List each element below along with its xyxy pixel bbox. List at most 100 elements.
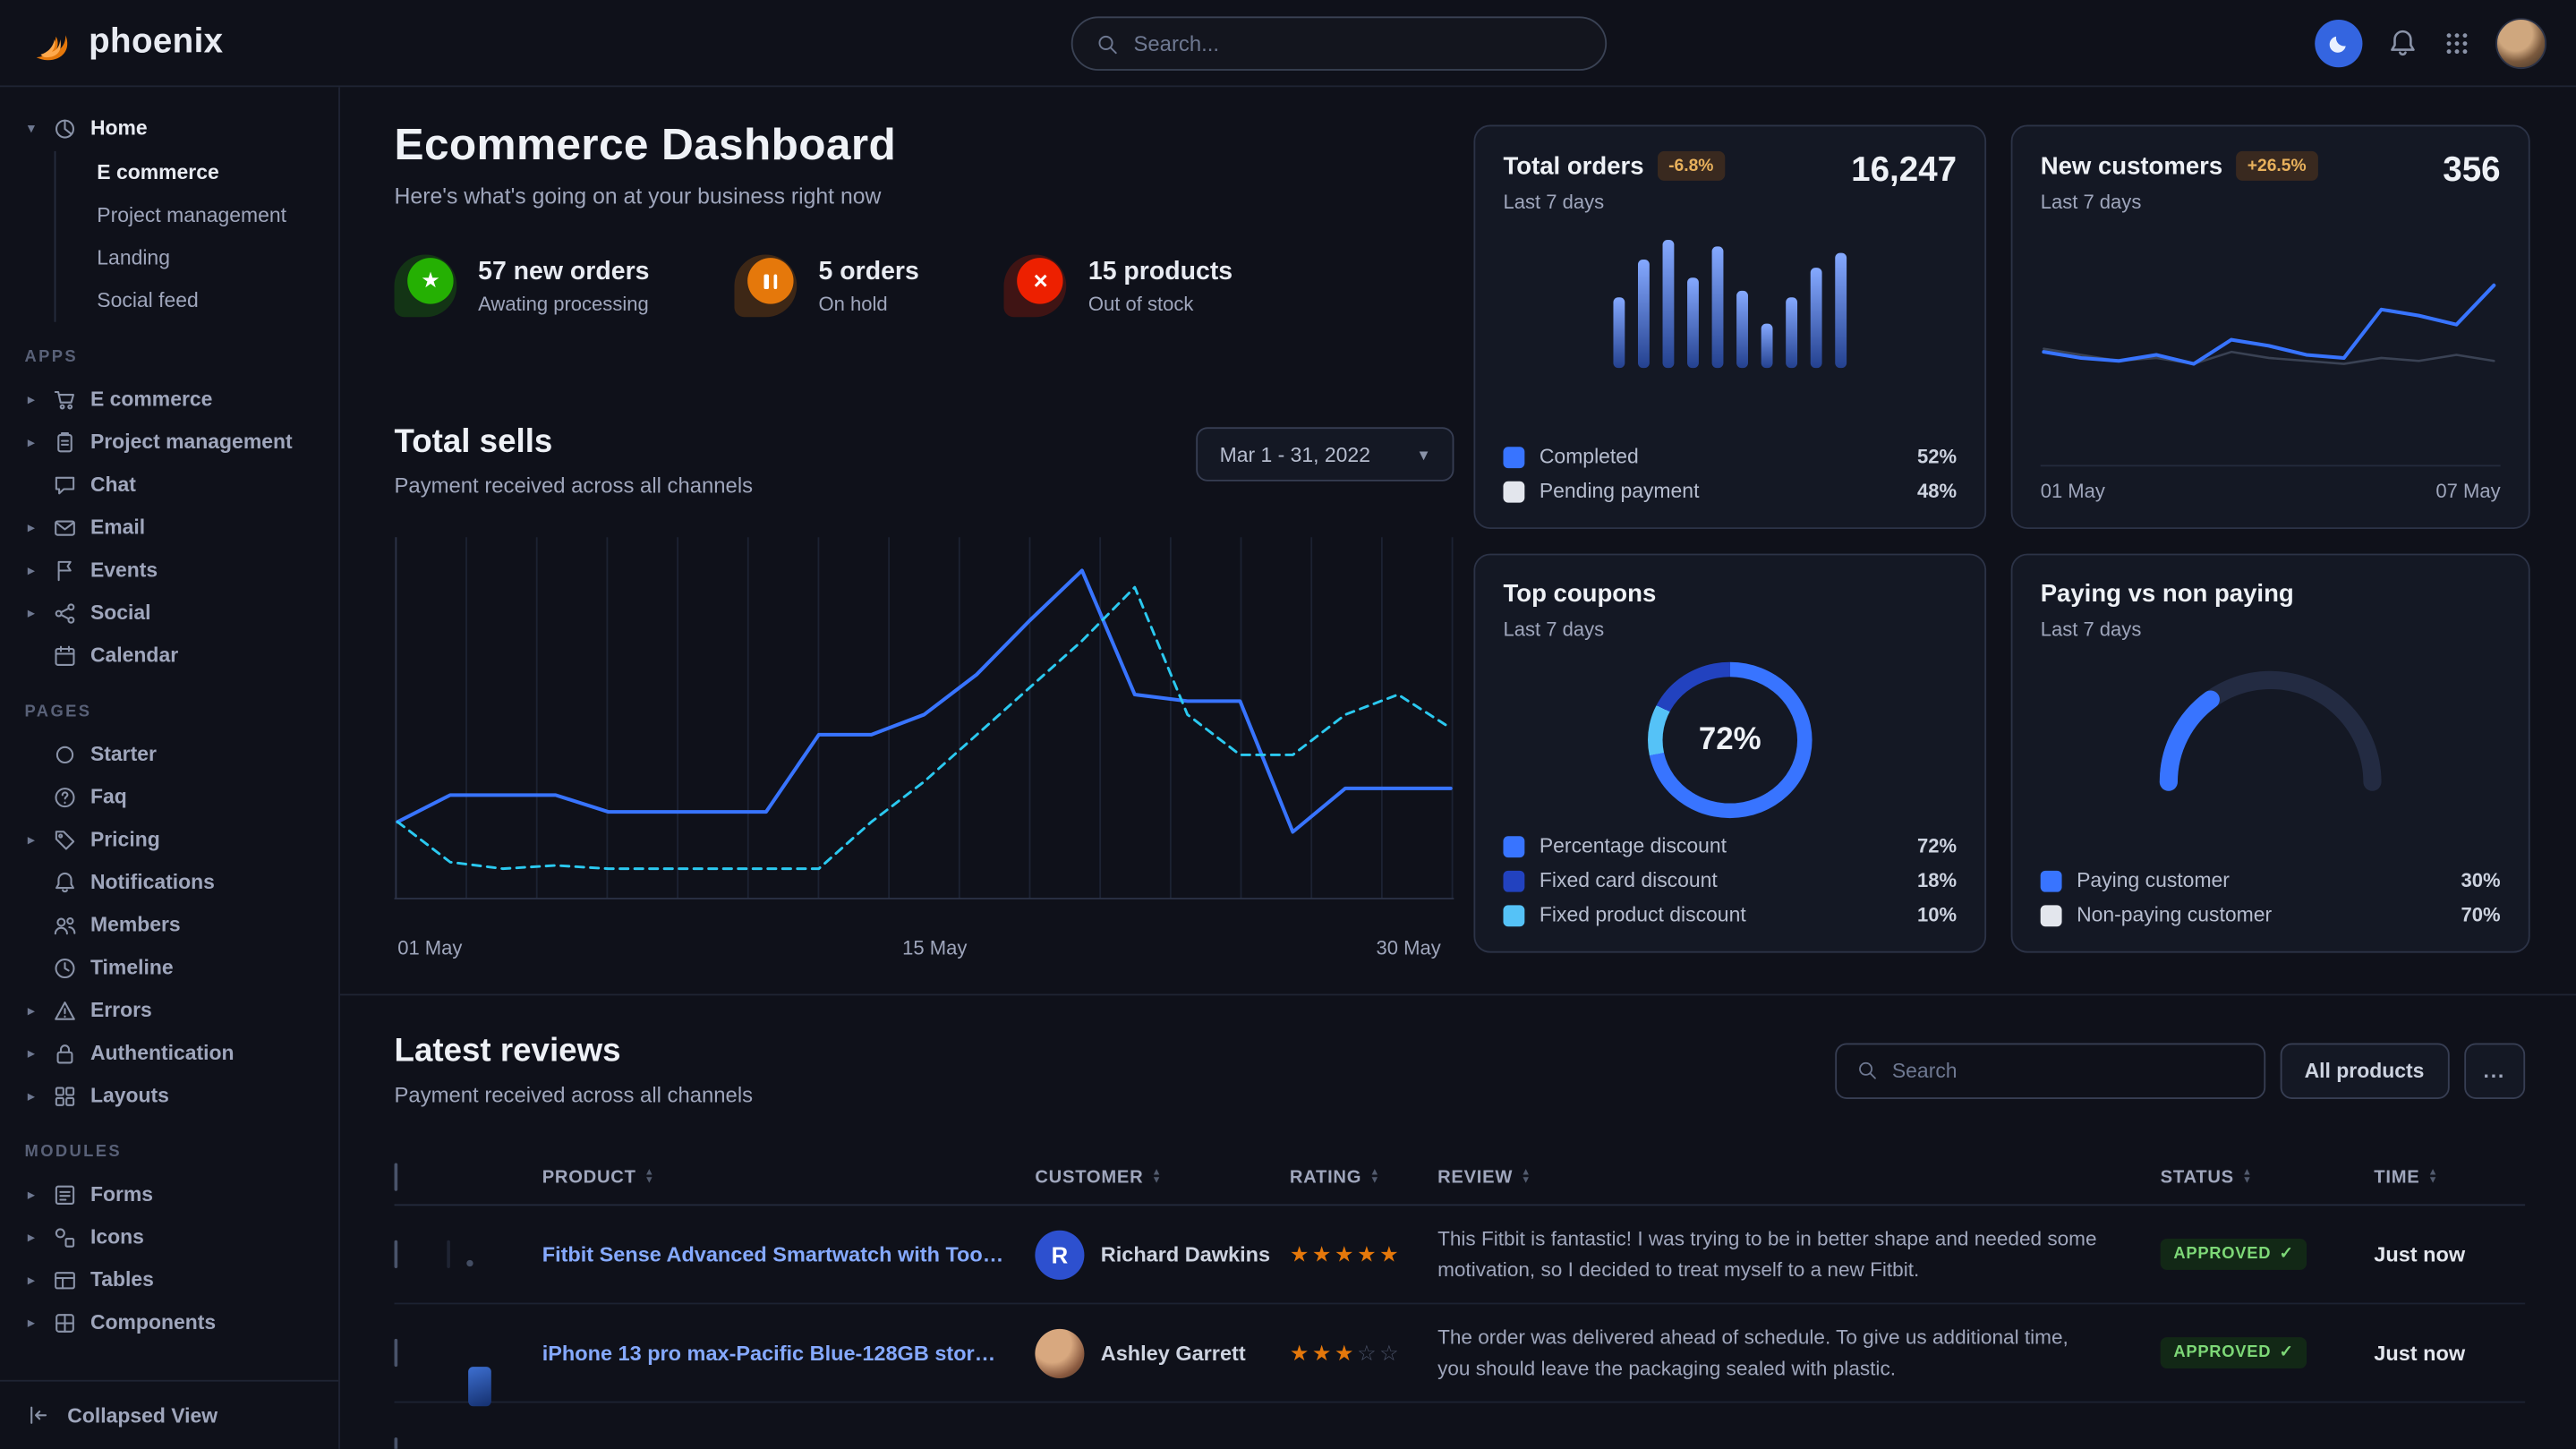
chevron-right-icon: ▸ — [23, 433, 39, 451]
sidebar-item-timeline[interactable]: Timeline — [23, 946, 322, 989]
row-checkbox[interactable] — [395, 1240, 398, 1268]
product-link[interactable]: iPhone 13 pro max-Pacific Blue-128GB sto… — [542, 1341, 1036, 1366]
review-text: The order was delivered ahead of schedul… — [1437, 1323, 2161, 1384]
reviews-subtitle: Payment received across all channels — [395, 1083, 754, 1108]
sidebar-item-label: Components — [90, 1311, 216, 1334]
all-products-button[interactable]: All products — [2280, 1043, 2449, 1098]
sidebar-item-label: E commerce — [90, 388, 212, 411]
reviews-search[interactable] — [1835, 1043, 2265, 1098]
theme-toggle-button[interactable] — [2315, 19, 2362, 66]
column-header-status[interactable]: STATUS▲▼ — [2161, 1167, 2375, 1187]
page-header: Ecommerce Dashboard Here's what's going … — [395, 120, 897, 209]
new-customers-trend-badge: +26.5% — [2236, 151, 2318, 181]
sidebar-item-forms[interactable]: ▸Forms — [23, 1173, 322, 1216]
top-coupons-donut-chart: 72% — [1648, 662, 1813, 818]
chevron-right-icon: ▸ — [23, 1044, 39, 1061]
sidebar-item-faq[interactable]: Faq — [23, 775, 322, 818]
order-bar — [1712, 246, 1724, 368]
sidebar-item-home[interactable]: ▾Home — [23, 107, 322, 149]
sidebar-item-project-management[interactable]: Project management — [55, 194, 321, 237]
sidebar-item-layouts[interactable]: ▸Layouts — [23, 1074, 322, 1117]
sort-icon: ▲▼ — [2428, 1170, 2439, 1185]
column-header-review[interactable]: REVIEW▲▼ — [1437, 1167, 2161, 1187]
sidebar: ▾HomeE commerceProject managementLanding… — [0, 87, 340, 1449]
column-header-customer[interactable]: CUSTOMER▲▼ — [1035, 1167, 1290, 1187]
users-icon — [53, 913, 78, 938]
sidebar-item-chat[interactable]: Chat — [23, 464, 322, 507]
apps-grid-button[interactable] — [2443, 29, 2470, 56]
chevron-down-icon: ▼ — [1416, 446, 1430, 462]
mail-icon — [53, 515, 78, 540]
quick-stat-caption: Out of stock — [1088, 292, 1233, 315]
grid-dots-icon — [2443, 29, 2470, 56]
date-range-select[interactable]: Mar 1 - 31, 2022 ▼ — [1197, 427, 1454, 482]
sidebar-item-social[interactable]: ▸Social — [23, 592, 322, 635]
brand-logo[interactable]: phoenix — [30, 21, 223, 65]
page-subtitle: Here's what's going on at your business … — [395, 184, 897, 209]
sort-icon: ▲▼ — [644, 1170, 655, 1185]
sidebar-item-project-management[interactable]: ▸Project management — [23, 421, 322, 464]
reviews-search-input[interactable] — [1892, 1059, 2244, 1082]
row-checkbox-cell — [395, 1341, 448, 1366]
user-avatar[interactable] — [2495, 17, 2546, 68]
product-link[interactable]: Fitbit Sense Advanced Smartwatch with To… — [542, 1242, 1036, 1267]
quick-stat-text: 57 new ordersAwating processing — [478, 257, 649, 314]
global-search[interactable] — [1071, 16, 1607, 71]
sidebar-item-icons[interactable]: ▸Icons — [23, 1215, 322, 1258]
star-icon: ★ — [1312, 1241, 1335, 1266]
sidebar-item-calendar[interactable]: Calendar — [23, 635, 322, 678]
sidebar-item-label: Timeline — [90, 956, 174, 979]
column-label: REVIEW — [1437, 1167, 1513, 1187]
legend-swatch — [1503, 870, 1524, 891]
sidebar-item-tables[interactable]: ▸Tables — [23, 1258, 322, 1301]
star-icon: ★ — [1335, 1340, 1357, 1365]
product-thumb-cell — [447, 1242, 542, 1267]
puzzle-icon — [53, 1310, 78, 1335]
sidebar-item-pricing[interactable]: ▸Pricing — [23, 818, 322, 861]
legend-value: 10% — [1917, 904, 1957, 927]
row-checkbox[interactable] — [395, 1437, 398, 1449]
section-divider — [340, 993, 2576, 995]
column-label: PRODUCT — [542, 1167, 636, 1187]
sidebar-item-e-commerce[interactable]: E commerce — [55, 151, 321, 194]
sidebar-item-notifications[interactable]: Notifications — [23, 861, 322, 904]
sidebar-item-authentication[interactable]: ▸Authentication — [23, 1032, 322, 1075]
rating-stars: ★★★★★ — [1290, 1241, 1437, 1267]
notifications-button[interactable] — [2387, 27, 2418, 58]
chevron-right-icon: ▸ — [23, 1313, 39, 1331]
check-icon: ✓ — [2279, 1343, 2293, 1361]
chevron-right-icon: ▸ — [23, 831, 39, 848]
sidebar-item-events[interactable]: ▸Events — [23, 549, 322, 592]
select-all-checkbox[interactable] — [395, 1163, 398, 1191]
sidebar-item-landing[interactable]: Landing — [55, 236, 321, 279]
x-tick-label: 30 May — [1376, 936, 1440, 959]
sidebar-item-starter[interactable]: Starter — [23, 733, 322, 776]
sidebar-item-label: Social — [90, 601, 151, 625]
more-options-button[interactable]: ... — [2463, 1043, 2525, 1098]
sidebar-item-social-feed[interactable]: Social feed — [55, 279, 321, 322]
search-icon — [1855, 1060, 1877, 1081]
sidebar-item-e-commerce[interactable]: ▸E commerce — [23, 378, 322, 421]
quick-stat-value: 5 orders — [819, 257, 919, 286]
sidebar-item-components[interactable]: ▸ Components — [23, 1301, 322, 1344]
reviews-table-header: PRODUCT▲▼CUSTOMER▲▼RATING▲▼REVIEW▲▼STATU… — [395, 1150, 2526, 1206]
pause-icon — [764, 274, 778, 289]
column-header-product[interactable]: PRODUCT ▲▼ — [542, 1167, 1036, 1187]
global-search-input[interactable] — [1133, 31, 1582, 56]
status-badge: APPROVED ✓ — [2161, 1337, 2307, 1368]
sidebar-item-errors[interactable]: ▸Errors — [23, 989, 322, 1032]
total-orders-legend: Completed52%Pending payment48% — [1503, 445, 1957, 502]
pause-badge-icon — [735, 255, 798, 318]
total-orders-title: Total orders — [1503, 152, 1643, 180]
sidebar-item-email[interactable]: ▸Email — [23, 506, 322, 549]
column-header-time[interactable]: TIME▲▼ — [2374, 1167, 2525, 1187]
new-customers-title: New customers — [2041, 152, 2223, 180]
column-header-rating[interactable]: RATING▲▼ — [1290, 1167, 1437, 1187]
new-customers-x-labels: 01 May 07 May — [2041, 465, 2501, 502]
sidebar-item-label: Forms — [90, 1183, 153, 1206]
collapsed-view-toggle[interactable]: Collapsed View — [0, 1380, 338, 1449]
row-checkbox[interactable] — [395, 1339, 398, 1367]
cart-icon — [53, 387, 78, 412]
sidebar-item-members[interactable]: Members — [23, 904, 322, 947]
legend-label: Fixed product discount — [1540, 904, 1746, 927]
